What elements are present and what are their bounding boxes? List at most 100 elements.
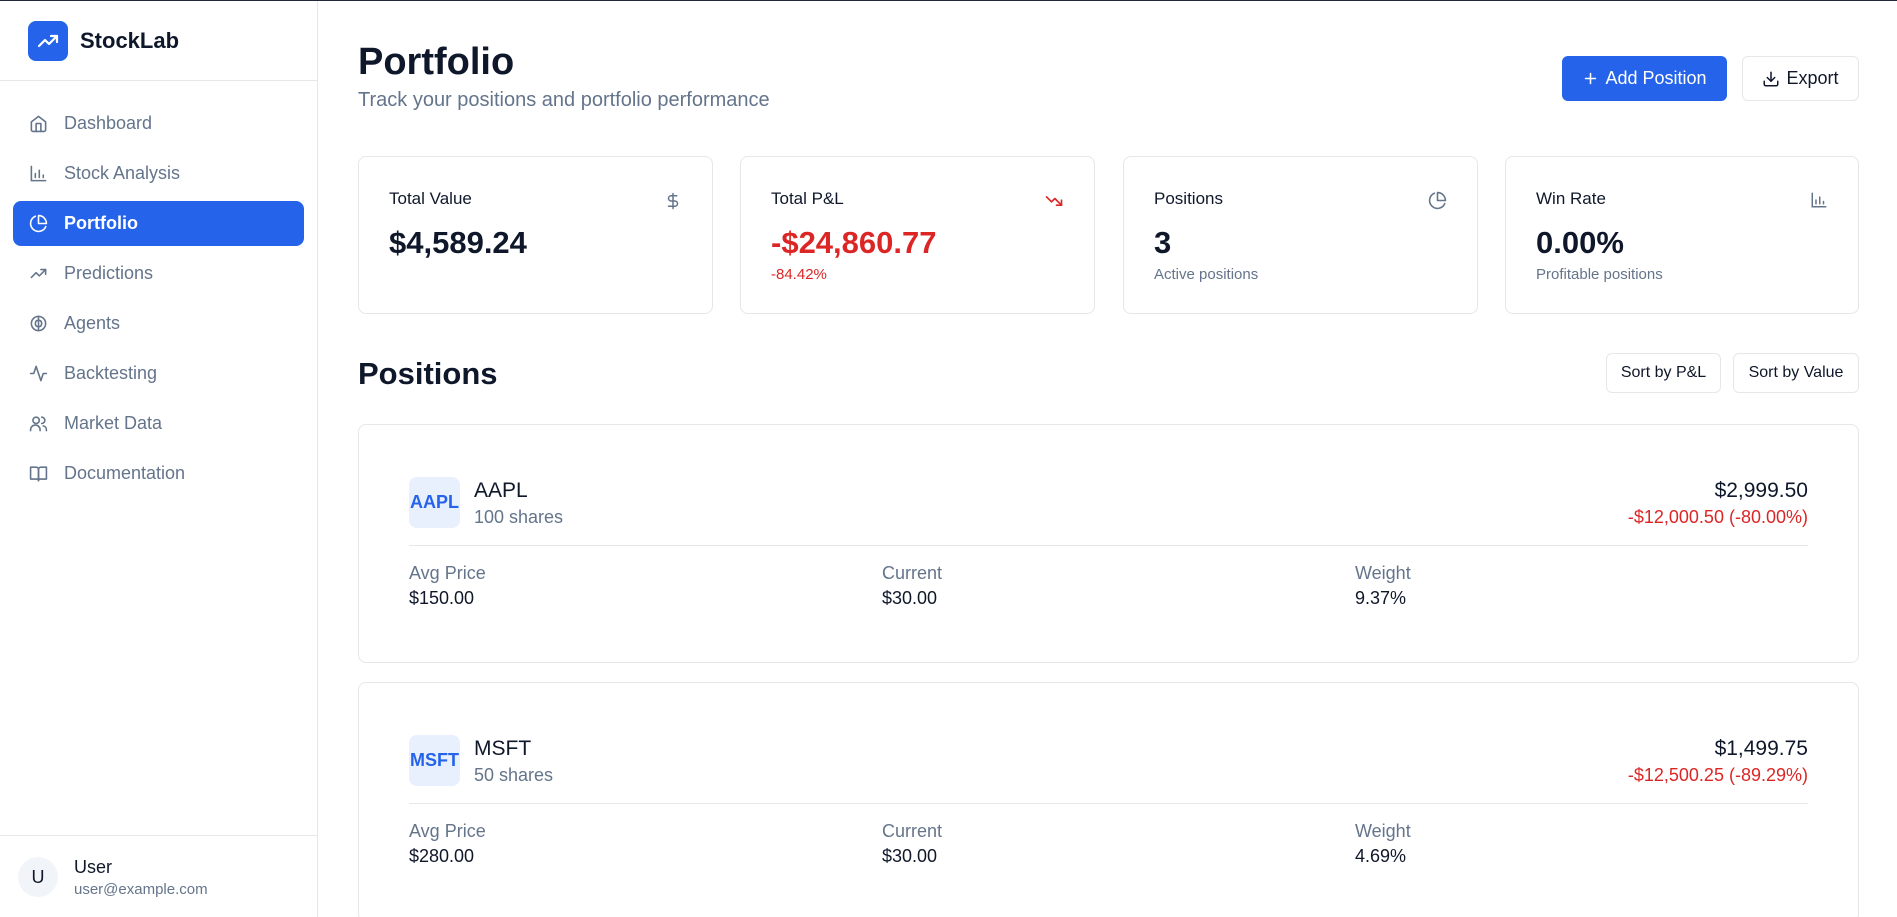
bar-chart-icon <box>1810 191 1828 209</box>
stat-card-win-rate: Win Rate 0.00% Profitable positions <box>1505 156 1859 314</box>
sidebar-item-documentation[interactable]: Documentation <box>13 451 304 496</box>
stat-label: Total Value <box>389 189 472 208</box>
home-icon <box>28 114 48 134</box>
sidebar-item-backtesting[interactable]: Backtesting <box>13 351 304 396</box>
sidebar-item-agents[interactable]: Agents <box>13 301 304 346</box>
divider <box>409 803 1808 804</box>
metric-weight: Weight 9.37% <box>1355 563 1411 609</box>
sidebar-nav: Dashboard Stock Analysis Portfolio Predi… <box>0 81 317 496</box>
avatar: U <box>18 857 58 897</box>
position-symbol: AAPL <box>474 479 528 502</box>
add-position-label: Add Position <box>1605 68 1707 88</box>
user-info: User user@example.com <box>74 857 208 898</box>
metric-label: Current <box>882 821 943 841</box>
book-icon <box>28 464 48 484</box>
sidebar-item-predictions[interactable]: Predictions <box>13 251 304 296</box>
positions-header: Positions Sort by P&L Sort by Value <box>358 353 1859 395</box>
stat-value: 3 <box>1154 225 1172 260</box>
position-shares: 100 shares <box>474 507 564 527</box>
page-subtitle: Track your positions and portfolio perfo… <box>358 89 770 111</box>
metric-label: Weight <box>1355 821 1411 841</box>
user-email: user@example.com <box>74 880 208 898</box>
trending-down-icon <box>1044 191 1064 211</box>
stat-value: $4,589.24 <box>389 225 527 260</box>
stat-value: -$24,860.77 <box>771 225 937 260</box>
metric-avg-price: Avg Price $280.00 <box>409 821 486 867</box>
stats-row: Total Value $4,589.24 Total P&L -$24,860… <box>358 156 1859 314</box>
export-button[interactable]: Export <box>1742 56 1859 101</box>
sidebar: StockLab Dashboard Stock Analysis Portfo… <box>0 1 318 917</box>
dollar-icon <box>664 191 682 211</box>
sidebar-item-stock-analysis[interactable]: Stock Analysis <box>13 151 304 196</box>
download-icon <box>1762 70 1780 88</box>
position-card[interactable]: AAPL AAPL 100 shares $2,999.50 -$12,000.… <box>358 424 1859 663</box>
main-content: Portfolio Track your positions and portf… <box>358 1 1859 917</box>
sort-by-value-button[interactable]: Sort by Value <box>1733 353 1859 393</box>
users-icon <box>28 414 48 434</box>
pie-chart-icon <box>1428 191 1447 210</box>
stat-sub: Active positions <box>1154 266 1259 283</box>
trending-up-logo-icon <box>28 20 68 61</box>
position-pnl: -$12,000.50 (-80.00%) <box>1627 507 1808 527</box>
activity-icon <box>28 364 48 384</box>
metric-label: Avg Price <box>409 563 486 583</box>
ticker-badge: AAPL <box>409 477 460 528</box>
metric-value: $280.00 <box>409 846 475 866</box>
stat-label: Win Rate <box>1536 189 1606 208</box>
stat-sub: Profitable positions <box>1536 266 1663 283</box>
stat-card-positions: Positions 3 Active positions <box>1123 156 1478 314</box>
position-symbol: MSFT <box>474 737 532 760</box>
sidebar-item-label: Predictions <box>64 263 154 283</box>
metric-value: 9.37% <box>1355 588 1407 608</box>
bar-chart-icon <box>28 164 48 184</box>
stat-card-total-value: Total Value $4,589.24 <box>358 156 713 314</box>
metric-current: Current $30.00 <box>882 821 942 867</box>
metric-label: Current <box>882 563 943 583</box>
page-header: Portfolio Track your positions and portf… <box>358 1 1859 156</box>
sidebar-item-label: Market Data <box>64 413 163 433</box>
stat-sub: -84.42% <box>771 266 827 283</box>
stat-label: Total P&L <box>771 189 844 208</box>
sidebar-item-dashboard[interactable]: Dashboard <box>13 101 304 146</box>
metric-value: $150.00 <box>409 588 475 608</box>
sidebar-item-label: Dashboard <box>64 113 153 133</box>
sidebar-item-label: Backtesting <box>64 363 158 383</box>
sidebar-item-market-data[interactable]: Market Data <box>13 401 304 446</box>
ticker-badge: MSFT <box>409 735 460 786</box>
page-title: Portfolio <box>358 41 515 83</box>
sort-by-pnl-button[interactable]: Sort by P&L <box>1606 353 1721 393</box>
user-name: User <box>74 856 113 877</box>
sidebar-item-label: Stock Analysis <box>64 163 181 183</box>
brand-name: StockLab <box>80 27 180 53</box>
metric-label: Weight <box>1355 563 1411 583</box>
stat-card-total-pnl: Total P&L -$24,860.77 -84.42% <box>740 156 1095 314</box>
metric-weight: Weight 4.69% <box>1355 821 1411 867</box>
stat-label: Positions <box>1154 189 1223 208</box>
sidebar-item-label: Agents <box>64 313 121 333</box>
metric-label: Avg Price <box>409 821 486 841</box>
metric-value: 4.69% <box>1355 846 1407 866</box>
plus-icon <box>1582 70 1599 87</box>
trending-up-icon <box>28 264 48 284</box>
sidebar-item-portfolio[interactable]: Portfolio <box>13 201 304 246</box>
brand[interactable]: StockLab <box>0 1 317 81</box>
metric-value: $30.00 <box>882 846 938 866</box>
metric-value: $30.00 <box>882 588 938 608</box>
user-profile[interactable]: U User user@example.com <box>0 835 317 917</box>
sidebar-item-label: Documentation <box>64 463 186 483</box>
metric-current: Current $30.00 <box>882 563 942 609</box>
pie-chart-icon <box>28 214 48 234</box>
position-value: $2,999.50 <box>1714 479 1808 502</box>
stat-value: 0.00% <box>1536 225 1624 260</box>
brain-icon <box>28 314 48 334</box>
position-pnl: -$12,500.25 (-89.29%) <box>1627 765 1808 785</box>
position-card[interactable]: MSFT MSFT 50 shares $1,499.75 -$12,500.2… <box>358 682 1859 917</box>
section-title: Positions <box>358 356 498 391</box>
divider <box>409 545 1808 546</box>
add-position-button[interactable]: Add Position <box>1562 56 1727 101</box>
sidebar-item-label: Portfolio <box>64 213 138 233</box>
metric-avg-price: Avg Price $150.00 <box>409 563 486 609</box>
export-label: Export <box>1786 68 1839 88</box>
position-value: $1,499.75 <box>1714 737 1808 760</box>
position-shares: 50 shares <box>474 765 554 785</box>
